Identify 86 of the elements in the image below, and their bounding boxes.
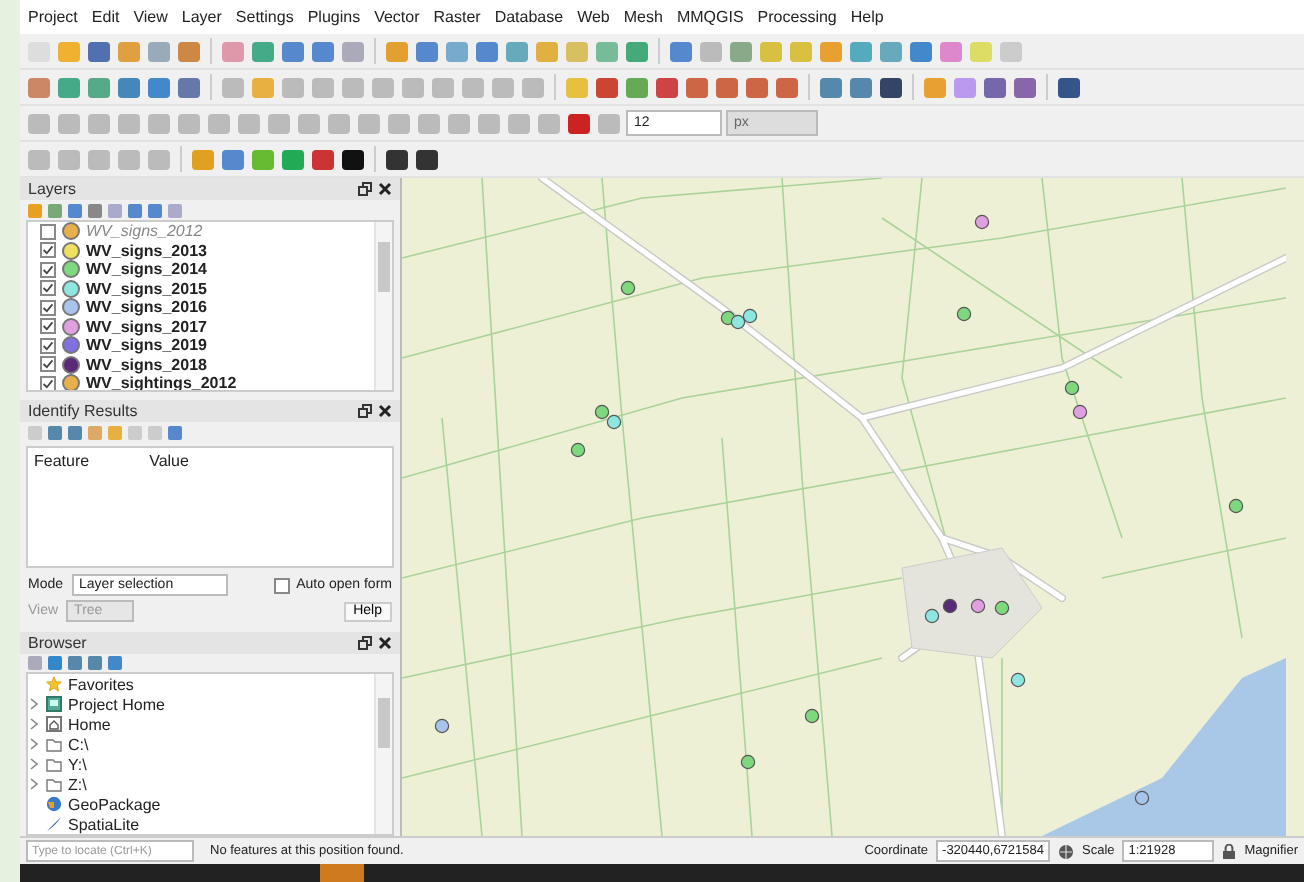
menu-item[interactable]: Web [577,8,610,26]
menu-item[interactable]: Processing [757,8,837,26]
menu-item[interactable]: Project [28,8,78,26]
map-point[interactable] [730,314,746,330]
map-point[interactable] [742,308,758,324]
layer-checkbox[interactable] [40,337,56,354]
layer-checkbox[interactable] [40,356,56,373]
map-point[interactable] [924,608,940,624]
layer-name[interactable]: WV_signs_2012 [86,222,203,241]
scrollbar[interactable] [374,221,392,391]
close-icon[interactable] [378,404,392,419]
map-point[interactable] [970,598,986,614]
layer-checkbox[interactable] [40,280,56,297]
lock-icon[interactable] [1222,843,1237,859]
map-point[interactable] [606,414,622,430]
panel-title: Identify Results [28,402,138,421]
map-point[interactable] [956,306,972,322]
menu-item[interactable]: Vector [374,8,420,26]
map-point[interactable] [434,718,450,734]
browser-item[interactable]: Z:\ [68,775,87,794]
menu-item[interactable]: Plugins [307,8,361,26]
layer-name[interactable]: WV_signs_2015 [86,279,207,298]
layer-checkbox[interactable] [40,242,56,259]
browser-item[interactable]: Home [68,715,111,734]
layer-name[interactable]: WV_signs_2019 [86,336,207,355]
float-icon[interactable] [358,404,372,419]
menu-item[interactable]: MMQGIS [676,8,744,26]
layer-name[interactable]: WV_signs_2018 [86,355,207,374]
menu-item[interactable]: Raster [433,8,481,26]
layer-name[interactable]: WV_signs_2013 [86,241,207,260]
close-icon[interactable] [378,635,392,650]
layer-name[interactable]: WV_signs_2014 [86,260,207,279]
browser-item[interactable]: GeoPackage [68,795,161,814]
layer-checkbox[interactable] [40,375,56,391]
browser-item[interactable]: C:\ [68,735,89,754]
map-point[interactable] [1072,404,1088,420]
map-point[interactable] [1064,380,1080,396]
layer-checkbox[interactable] [40,299,56,316]
map-point[interactable] [1134,790,1150,806]
project-icon [46,696,62,713]
map-point[interactable] [1010,672,1026,688]
toolbar-button[interactable] [340,146,366,172]
auto-open-checkbox[interactable] [274,577,291,594]
toolbar-button[interactable] [1056,74,1082,100]
toolbar-button[interactable] [878,74,904,100]
map-point[interactable] [620,280,636,296]
close-icon[interactable] [378,182,392,197]
column-header: Feature [34,451,90,470]
browser-item[interactable]: Y:\ [68,755,87,774]
star-icon [46,676,62,693]
panel-title: Browser [28,633,87,652]
menu-item[interactable]: Help [850,8,884,26]
layer-name[interactable]: WV_signs_2017 [86,317,207,336]
panel-title: Layers [28,180,77,199]
built-up-area [901,547,1043,659]
layer-checkbox[interactable] [40,223,56,240]
home-icon [46,716,62,733]
map-point[interactable] [570,442,586,458]
globe-icon [46,796,62,813]
menu-item[interactable]: Edit [91,8,120,26]
scrollbar[interactable] [374,674,392,834]
float-icon[interactable] [358,182,372,197]
layer-checkbox[interactable] [40,318,56,335]
menu-item[interactable]: Settings [235,8,294,26]
map-point[interactable] [942,598,958,614]
menu-item[interactable]: Mesh [623,8,663,26]
map-point[interactable] [804,708,820,724]
browser-item[interactable]: Favorites [68,675,134,694]
column-header: Value [149,451,189,470]
map-point[interactable] [740,754,756,770]
map-point[interactable] [994,600,1010,616]
toolbar-button[interactable] [414,146,440,172]
map-point[interactable] [1228,498,1244,514]
layer-name[interactable]: WV_signs_2016 [86,298,207,317]
menu-item[interactable]: View [133,8,168,26]
feather-icon [46,816,62,833]
menu-item[interactable]: Layer [181,8,222,26]
menu-item[interactable]: Database [494,8,564,26]
browser-item[interactable]: Project Home [68,695,165,714]
map-point[interactable] [974,214,990,230]
map-point[interactable] [594,404,610,420]
browser-item[interactable]: SpatiaLite [68,815,140,834]
toolbar-button[interactable] [384,146,410,172]
float-icon[interactable] [358,635,372,650]
globe-icon[interactable] [1058,843,1074,859]
layer-checkbox[interactable] [40,261,56,278]
